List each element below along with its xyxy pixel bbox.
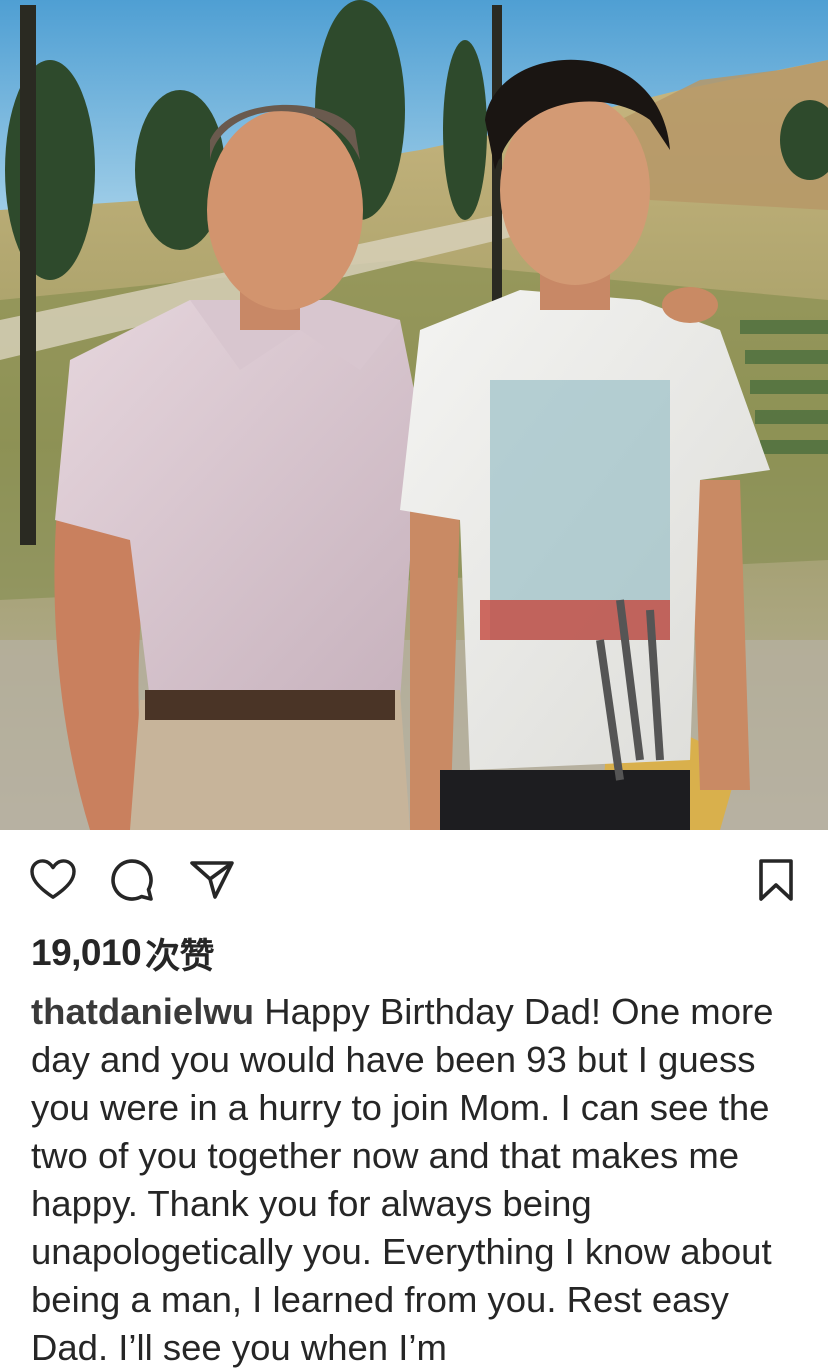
- post-action-bar: [0, 830, 828, 930]
- comment-button[interactable]: [106, 854, 158, 906]
- paper-plane-icon: [190, 860, 234, 900]
- post-caption: thatdanielwu Happy Birthday Dad! One mor…: [31, 988, 801, 1372]
- likes-number: 19,010: [31, 932, 142, 973]
- heart-outline-icon: [30, 859, 76, 901]
- caption-username[interactable]: thatdanielwu: [31, 991, 254, 1032]
- likes-count[interactable]: 19,010 次赞: [31, 928, 215, 978]
- caption-text: Happy Birthday Dad! One more day and you…: [31, 991, 774, 1368]
- share-button[interactable]: [186, 854, 238, 906]
- bookmark-outline-icon: [758, 859, 794, 901]
- likes-suffix: 次赞: [145, 936, 215, 977]
- like-button[interactable]: [27, 854, 79, 906]
- save-button[interactable]: [750, 854, 802, 906]
- photo-illustration: [0, 0, 828, 830]
- comment-bubble-icon: [110, 858, 154, 902]
- post-photo[interactable]: [0, 0, 828, 830]
